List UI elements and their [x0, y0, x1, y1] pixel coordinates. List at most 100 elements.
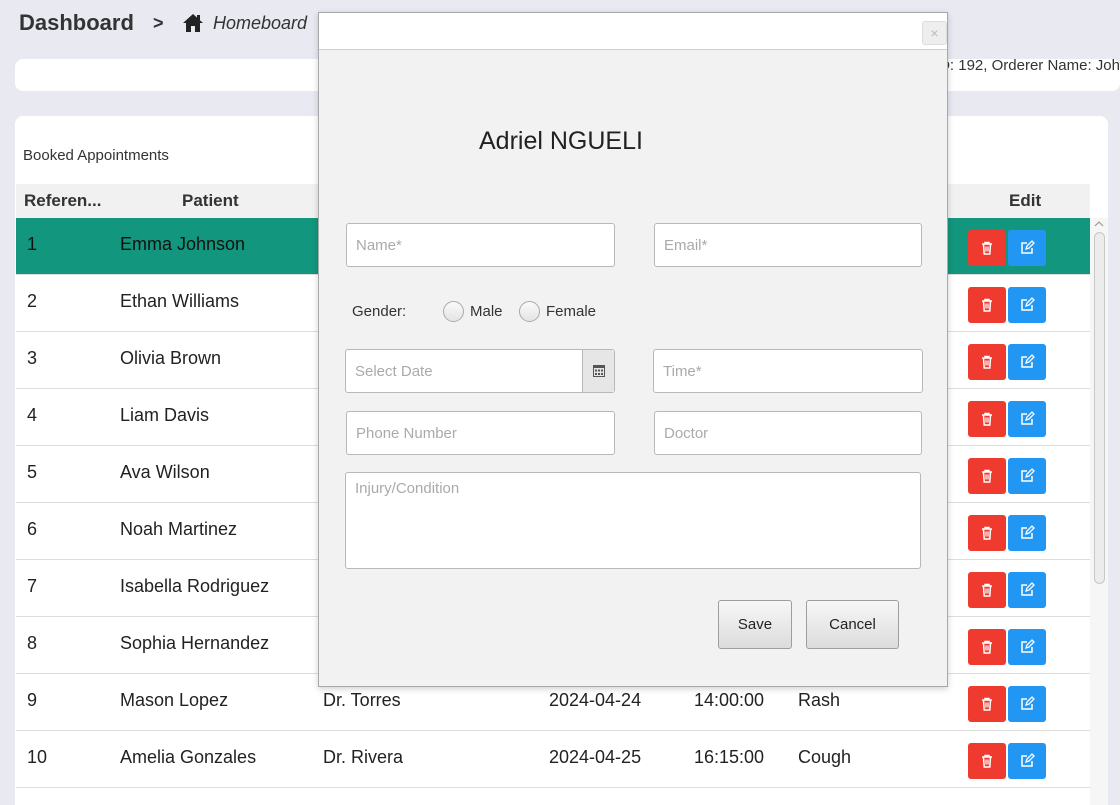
cell-date: 2024-04-24 — [549, 690, 642, 710]
trash-icon — [979, 525, 995, 541]
email-field[interactable] — [654, 223, 922, 267]
phone-number-field[interactable] — [346, 411, 615, 455]
delete-button[interactable] — [968, 230, 1006, 266]
scrollbar-thumb[interactable] — [1094, 232, 1105, 584]
edit-icon — [1019, 639, 1035, 655]
cell-doctor: Dr. Torres — [323, 690, 401, 710]
gender-label: Gender: — [352, 303, 407, 320]
cell-patient: Ethan Williams — [120, 291, 240, 311]
edit-icon — [1019, 525, 1035, 541]
cell-patient: Sophia Hernandez — [120, 633, 270, 653]
time-field[interactable] — [653, 349, 923, 393]
edit-button[interactable] — [1008, 572, 1046, 608]
delete-button[interactable] — [968, 743, 1006, 779]
condition-field[interactable] — [345, 472, 921, 569]
cell-date: 2024-04-25 — [549, 747, 642, 767]
calendar-icon — [592, 365, 605, 377]
edit-button[interactable] — [1008, 230, 1046, 266]
appointment-dialog: × Adriel NGUELI Gender: Male Female Save… — [318, 12, 948, 687]
edit-button[interactable] — [1008, 686, 1046, 722]
delete-button[interactable] — [968, 572, 1006, 608]
delete-button[interactable] — [968, 458, 1006, 494]
date-picker-button[interactable] — [582, 350, 614, 392]
trash-icon — [979, 582, 995, 598]
delete-button[interactable] — [968, 686, 1006, 722]
delete-button[interactable] — [968, 629, 1006, 665]
cell-condition: Cough — [798, 747, 852, 767]
edit-button[interactable] — [1008, 344, 1046, 380]
edit-icon — [1019, 468, 1035, 484]
edit-button[interactable] — [1008, 629, 1046, 665]
appointments-title: Booked Appointments — [23, 147, 169, 164]
edit-button[interactable] — [1008, 458, 1046, 494]
edit-icon — [1019, 354, 1035, 370]
cell-time: 14:00:00 — [694, 690, 765, 710]
edit-icon — [1019, 411, 1035, 427]
gender-male-label[interactable]: Male — [470, 303, 503, 320]
doctor-field[interactable] — [654, 411, 922, 455]
dialog-titlebar: × — [319, 13, 947, 50]
cell-patient: Noah Martinez — [120, 519, 238, 539]
gender-female-radio[interactable] — [519, 301, 540, 322]
delete-button[interactable] — [968, 287, 1006, 323]
gender-female-label[interactable]: Female — [546, 303, 596, 320]
cancel-button[interactable]: Cancel — [806, 600, 899, 649]
trash-icon — [979, 468, 995, 484]
trash-icon — [979, 696, 995, 712]
trash-icon — [979, 753, 995, 769]
cell-reference: 1 — [27, 234, 38, 254]
cell-reference: 8 — [27, 633, 38, 653]
scroll-up-icon[interactable] — [1093, 219, 1105, 229]
edit-button[interactable] — [1008, 401, 1046, 437]
date-field[interactable] — [345, 349, 615, 393]
cell-patient: Liam Davis — [120, 405, 210, 425]
save-button[interactable]: Save — [718, 600, 792, 649]
edit-button[interactable] — [1008, 515, 1046, 551]
cell-patient: Isabella Rodriguez — [120, 576, 270, 596]
delete-button[interactable] — [968, 344, 1006, 380]
trash-icon — [979, 354, 995, 370]
cell-doctor: Dr. Rivera — [323, 747, 404, 767]
breadcrumb-dashboard[interactable]: Dashboard — [19, 10, 134, 36]
cell-reference: 2 — [27, 291, 38, 311]
gender-male-radio[interactable] — [443, 301, 464, 322]
edit-icon — [1019, 240, 1035, 256]
edit-button[interactable] — [1008, 743, 1046, 779]
dialog-patient-name: Adriel NGUELI — [479, 127, 643, 155]
column-header-edit[interactable]: Edit — [1009, 191, 1041, 211]
edit-icon — [1019, 582, 1035, 598]
cell-reference: 7 — [27, 576, 38, 596]
delete-button[interactable] — [968, 401, 1006, 437]
cell-patient: Emma Johnson — [120, 234, 246, 254]
cell-patient: Mason Lopez — [120, 690, 229, 710]
cell-reference: 6 — [27, 519, 38, 539]
name-field[interactable] — [346, 223, 615, 267]
table-row[interactable]: 10 Amelia Gonzales Dr. Rivera 2024-04-25 16:… — [16, 731, 1090, 788]
column-header-patient[interactable]: Patient — [182, 191, 239, 211]
cell-reference: 9 — [27, 690, 38, 710]
breadcrumb-separator: > — [153, 13, 164, 33]
cell-reference: 5 — [27, 462, 38, 482]
home-icon[interactable] — [182, 13, 204, 33]
cell-reference: 3 — [27, 348, 38, 368]
delete-button[interactable] — [968, 515, 1006, 551]
column-header-reference[interactable]: Referen... — [24, 191, 101, 211]
cell-reference: 10 — [27, 747, 48, 767]
order-info-text: D: 192, Orderer Name: Joh — [939, 57, 1120, 74]
edit-icon — [1019, 696, 1035, 712]
edit-icon — [1019, 297, 1035, 313]
cell-patient: Ava Wilson — [120, 462, 210, 482]
close-button[interactable]: × — [922, 21, 947, 45]
trash-icon — [979, 639, 995, 655]
cell-patient: Olivia Brown — [120, 348, 222, 368]
breadcrumb-homeboard[interactable]: Homeboard — [213, 13, 307, 34]
cell-patient: Amelia Gonzales — [120, 747, 257, 767]
trash-icon — [979, 297, 995, 313]
cell-condition: Rash — [798, 690, 841, 710]
cell-reference: 4 — [27, 405, 38, 425]
edit-button[interactable] — [1008, 287, 1046, 323]
trash-icon — [979, 411, 995, 427]
trash-icon — [979, 240, 995, 256]
edit-icon — [1019, 753, 1035, 769]
cell-time: 16:15:00 — [694, 747, 765, 767]
